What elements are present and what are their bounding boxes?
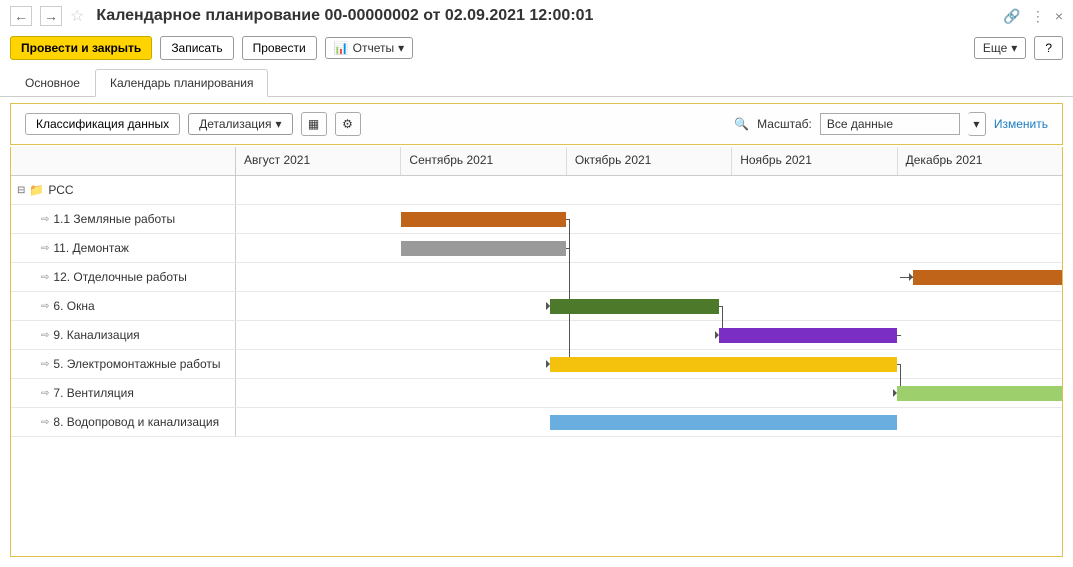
tree-root[interactable]: ⊟📁РСС bbox=[11, 176, 236, 204]
task-row[interactable]: ⇨ 11. Демонтаж bbox=[11, 234, 1062, 263]
task-icon: ⇨ bbox=[41, 243, 49, 254]
grid-view-icon[interactable]: ▦ bbox=[301, 112, 327, 136]
folder-icon: 📁 bbox=[29, 183, 44, 197]
scale-label: Масштаб: bbox=[757, 117, 812, 131]
gantt-bar[interactable] bbox=[719, 328, 897, 343]
task-row[interactable]: ⇨ 7. Вентиляция bbox=[11, 379, 1062, 408]
scale-select[interactable]: Все данные bbox=[820, 113, 960, 135]
task-label: 11. Демонтаж bbox=[53, 241, 129, 255]
magnifier-icon[interactable]: 🔍 bbox=[734, 117, 749, 131]
task-row[interactable]: ⇨ 9. Канализация bbox=[11, 321, 1062, 350]
task-label: 12. Отделочные работы bbox=[53, 270, 187, 284]
gantt-bar[interactable] bbox=[550, 299, 719, 314]
gantt-header: Август 2021Сентябрь 2021Октябрь 2021Нояб… bbox=[11, 147, 1062, 176]
nav-back-button[interactable]: ← bbox=[10, 6, 32, 26]
post-button[interactable]: Провести bbox=[242, 36, 317, 60]
gantt-bar[interactable] bbox=[401, 241, 566, 256]
month-header: Август 2021 bbox=[236, 147, 401, 175]
report-icon: 📊 bbox=[334, 41, 349, 55]
help-button[interactable]: ? bbox=[1034, 36, 1063, 60]
task-row[interactable]: ⇨ 5. Электромонтажные работы bbox=[11, 350, 1062, 379]
edit-link[interactable]: Изменить bbox=[994, 117, 1048, 131]
settings-icon[interactable]: ⚙ bbox=[335, 112, 361, 136]
scale-dropdown-icon[interactable]: ▾ bbox=[968, 112, 986, 136]
task-name-header bbox=[11, 147, 236, 175]
reports-dropdown[interactable]: 📊 Отчеты ▾ bbox=[325, 37, 413, 59]
gantt-bar[interactable] bbox=[913, 270, 1062, 285]
task-label: 8. Водопровод и канализация bbox=[53, 415, 219, 429]
task-row[interactable]: ⇨ 8. Водопровод и канализация bbox=[11, 408, 1062, 437]
window-header: ← → ☆ Календарное планирование 00-000000… bbox=[0, 0, 1073, 32]
chevron-down-icon: ▾ bbox=[1011, 41, 1017, 55]
task-label: 7. Вентиляция bbox=[53, 386, 133, 400]
task-icon: ⇨ bbox=[41, 272, 49, 283]
gantt-toolbar: Классификация данных Детализация ▾ ▦ ⚙ 🔍… bbox=[10, 103, 1063, 145]
gantt-body[interactable]: ⊟📁РСС⇨1.1 Земляные работы⇨11. Демонтаж⇨1… bbox=[11, 176, 1062, 556]
task-icon: ⇨ bbox=[41, 330, 49, 341]
classify-button[interactable]: Классификация данных bbox=[25, 113, 180, 135]
month-header: Сентябрь 2021 bbox=[401, 147, 566, 175]
kebab-menu-icon[interactable]: ⋮ bbox=[1031, 8, 1045, 25]
chevron-down-icon: ▾ bbox=[276, 117, 282, 131]
task-icon: ⇨ bbox=[41, 301, 49, 312]
tab-main[interactable]: Основное bbox=[10, 69, 95, 97]
favorite-icon[interactable]: ☆ bbox=[70, 6, 84, 26]
task-icon: ⇨ bbox=[41, 417, 49, 428]
gantt-bar[interactable] bbox=[897, 386, 1062, 401]
task-label: 5. Электромонтажные работы bbox=[53, 357, 220, 371]
chevron-down-icon: ▾ bbox=[398, 41, 404, 55]
task-row[interactable]: ⇨ 1.1 Земляные работы bbox=[11, 205, 1062, 234]
task-label: 9. Канализация bbox=[53, 328, 139, 342]
main-toolbar: Провести и закрыть Записать Провести 📊 О… bbox=[0, 32, 1073, 68]
collapse-icon[interactable]: ⊟ bbox=[17, 185, 25, 196]
task-icon: ⇨ bbox=[41, 359, 49, 370]
task-icon: ⇨ bbox=[41, 214, 49, 225]
task-label: 6. Окна bbox=[53, 299, 94, 313]
gantt-bar[interactable] bbox=[550, 415, 897, 430]
document-title: Календарное планирование 00-00000002 от … bbox=[96, 7, 995, 25]
task-row[interactable]: ⇨ 6. Окна bbox=[11, 292, 1062, 321]
close-icon[interactable]: × bbox=[1055, 8, 1063, 24]
task-label: 1.1 Земляные работы bbox=[53, 212, 175, 226]
gantt-chart: Август 2021Сентябрь 2021Октябрь 2021Нояб… bbox=[10, 147, 1063, 557]
month-header: Ноябрь 2021 bbox=[732, 147, 897, 175]
tab-bar: Основное Календарь планирования bbox=[0, 68, 1073, 97]
tab-calendar[interactable]: Календарь планирования bbox=[95, 69, 269, 97]
nav-forward-button[interactable]: → bbox=[40, 6, 62, 26]
gantt-bar[interactable] bbox=[401, 212, 566, 227]
month-header: Октябрь 2021 bbox=[567, 147, 732, 175]
more-dropdown[interactable]: Еще ▾ bbox=[974, 37, 1026, 59]
link-icon[interactable]: 🔗 bbox=[1003, 8, 1020, 25]
gantt-bar[interactable] bbox=[550, 357, 897, 372]
save-button[interactable]: Записать bbox=[160, 36, 233, 60]
detail-dropdown[interactable]: Детализация ▾ bbox=[188, 113, 292, 135]
post-and-close-button[interactable]: Провести и закрыть bbox=[10, 36, 152, 60]
month-header: Декабрь 2021 bbox=[898, 147, 1062, 175]
task-icon: ⇨ bbox=[41, 388, 49, 399]
